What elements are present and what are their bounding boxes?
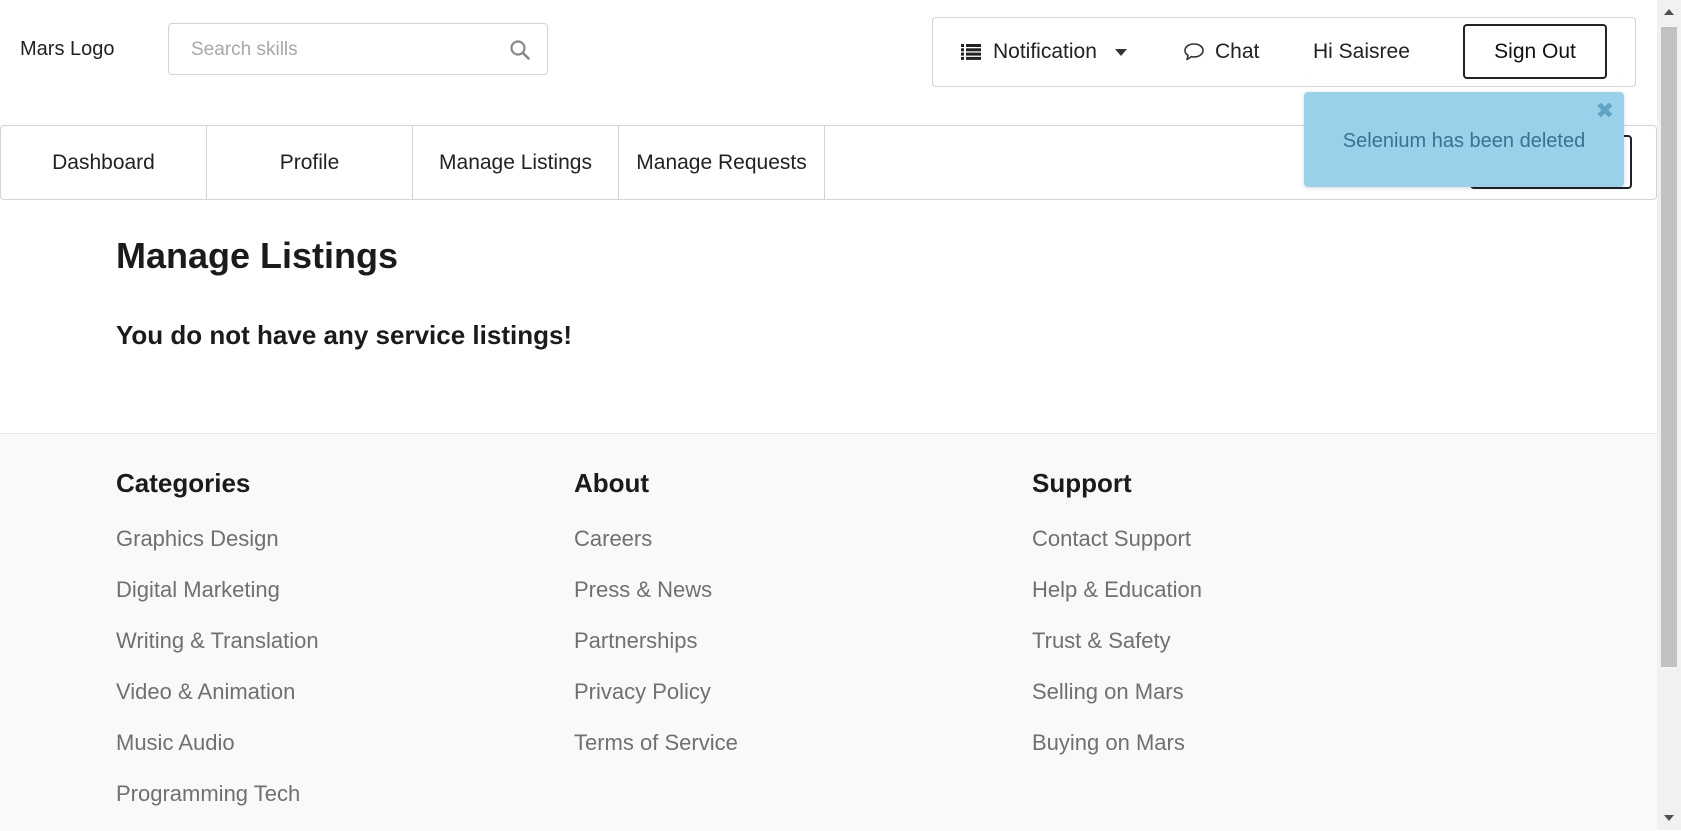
notification-dropdown[interactable]: Notification [961, 18, 1127, 86]
footer-link[interactable]: Buying on Mars [1032, 729, 1202, 780]
tab-profile[interactable]: Profile [207, 126, 413, 199]
footer-about: About Careers Press & News Partnerships … [574, 468, 738, 780]
chat-bubble-icon [1184, 43, 1204, 61]
footer-link[interactable]: Selling on Mars [1032, 678, 1202, 729]
search-input[interactable] [189, 24, 503, 76]
user-greeting[interactable]: Hi Saisree [1313, 18, 1410, 86]
footer-support: Support Contact Support Help & Education… [1032, 468, 1202, 780]
footer-heading-support: Support [1032, 468, 1132, 498]
footer-link[interactable]: Terms of Service [574, 729, 738, 780]
footer-link[interactable]: Help & Education [1032, 576, 1202, 627]
footer-heading-categories: Categories [116, 468, 251, 498]
page-title: Manage Listings [116, 235, 399, 276]
footer-link[interactable]: Privacy Policy [574, 678, 738, 729]
sign-out-button[interactable]: Sign Out [1463, 24, 1607, 79]
footer: Categories Graphics Design Digital Marke… [0, 433, 1657, 831]
chat-link[interactable]: Chat [1183, 18, 1259, 86]
footer-link[interactable]: Graphics Design [116, 525, 319, 576]
close-icon[interactable]: ✖ [1596, 98, 1614, 124]
toast-message: Selenium has been deleted [1342, 130, 1586, 152]
footer-link[interactable]: Contact Support [1032, 525, 1202, 576]
scroll-up-arrow-icon[interactable] [1664, 9, 1674, 15]
footer-link[interactable]: Careers [574, 525, 738, 576]
search-icon[interactable] [509, 39, 531, 61]
search-box [168, 23, 548, 76]
page: Mars Logo Notification Chat Hi Saisree S [0, 0, 1657, 831]
footer-link[interactable]: Programming Tech [116, 780, 319, 831]
scroll-down-arrow-icon[interactable] [1664, 815, 1674, 821]
footer-link[interactable]: Writing & Translation [116, 627, 319, 678]
tab-manage-listings[interactable]: Manage Listings [413, 126, 619, 199]
footer-link[interactable]: Partnerships [574, 627, 738, 678]
scrollbar-thumb[interactable] [1661, 27, 1677, 667]
footer-link[interactable]: Press & News [574, 576, 738, 627]
footer-categories: Categories Graphics Design Digital Marke… [116, 468, 319, 831]
footer-heading-about: About [574, 468, 650, 498]
top-menu: Notification Chat Hi Saisree Sign Out [932, 17, 1636, 87]
footer-link[interactable]: Digital Marketing [116, 576, 319, 627]
chat-label: Chat [1215, 40, 1260, 63]
caret-down-icon [1114, 48, 1127, 56]
list-icon [961, 44, 981, 60]
empty-listings-message: You do not have any service listings! [116, 320, 573, 350]
footer-link[interactable]: Video & Animation [116, 678, 319, 729]
toast-notification: ✖ Selenium has been deleted [1304, 92, 1624, 187]
notification-label: Notification [993, 40, 1097, 63]
tab-dashboard[interactable]: Dashboard [1, 126, 207, 199]
mars-logo[interactable]: Mars Logo [20, 38, 115, 61]
footer-link[interactable]: Music Audio [116, 729, 319, 780]
vertical-scrollbar[interactable] [1657, 0, 1681, 830]
footer-link[interactable]: Trust & Safety [1032, 627, 1202, 678]
tab-manage-requests[interactable]: Manage Requests [619, 126, 825, 199]
